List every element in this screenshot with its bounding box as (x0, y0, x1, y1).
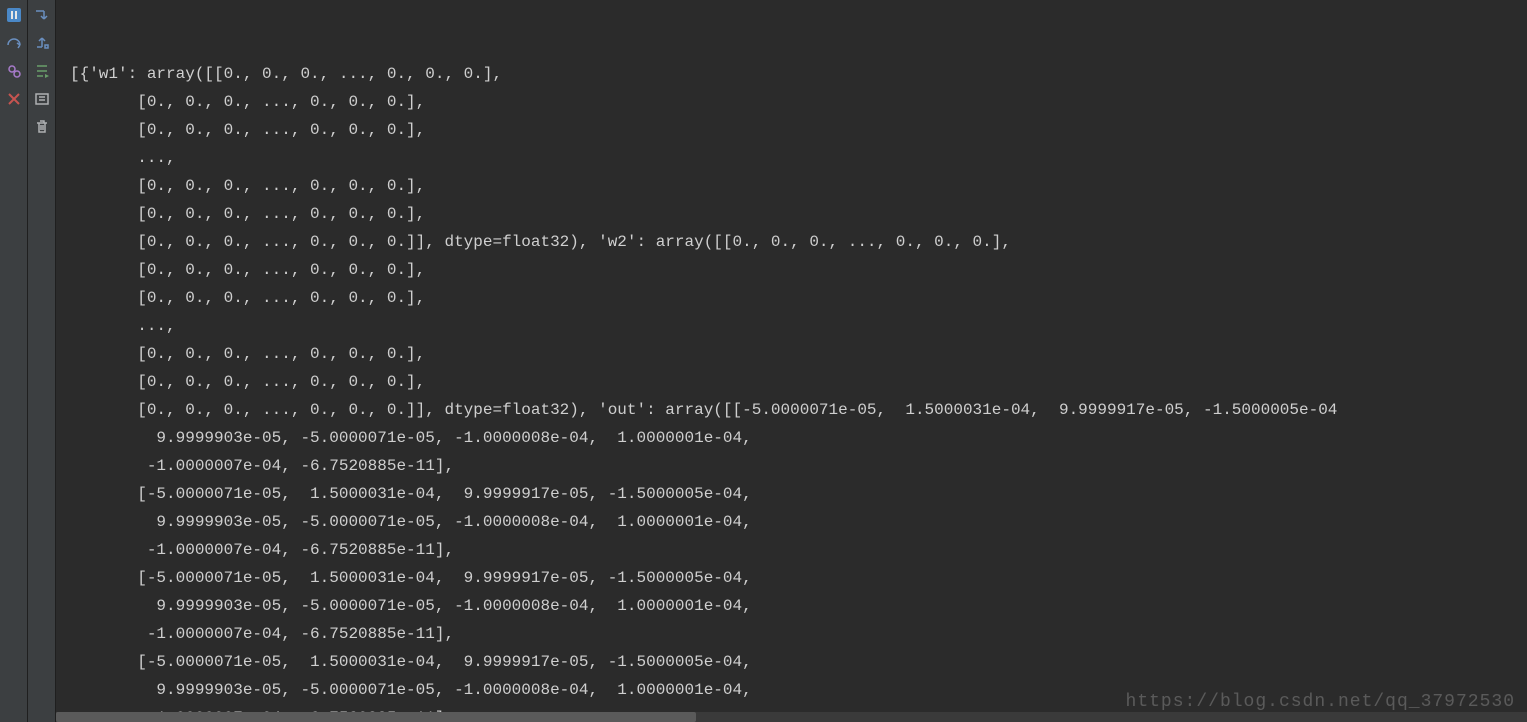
console-output-text[interactable]: [{'w1': array([[0., 0., 0., ..., 0., 0.,… (70, 60, 1527, 722)
run-to-cursor-button[interactable] (31, 60, 53, 82)
step-into-icon (34, 7, 50, 23)
close-icon (6, 91, 22, 107)
evaluate-icon (34, 91, 50, 107)
step-into-button[interactable] (31, 4, 53, 26)
toggle-breakpoints-button[interactable] (3, 60, 25, 82)
trash-button[interactable] (31, 116, 53, 138)
step-out-icon (34, 35, 50, 51)
pause-icon (6, 7, 22, 23)
step-over-button[interactable] (3, 32, 25, 54)
debugger-toolbar-left (0, 0, 28, 722)
pause-button[interactable] (3, 4, 25, 26)
debugger-toolbar-right (28, 0, 56, 722)
trash-icon (34, 119, 50, 135)
evaluate-button[interactable] (31, 88, 53, 110)
scrollbar-thumb[interactable] (56, 712, 696, 722)
horizontal-scrollbar[interactable] (56, 712, 1527, 722)
toggle-breakpoints-icon (6, 63, 22, 79)
step-out-button[interactable] (31, 32, 53, 54)
step-over-icon (6, 35, 22, 51)
console-output-panel: [{'w1': array([[0., 0., 0., ..., 0., 0.,… (56, 0, 1527, 722)
stop-button[interactable] (3, 88, 25, 110)
run-to-cursor-icon (34, 63, 50, 79)
